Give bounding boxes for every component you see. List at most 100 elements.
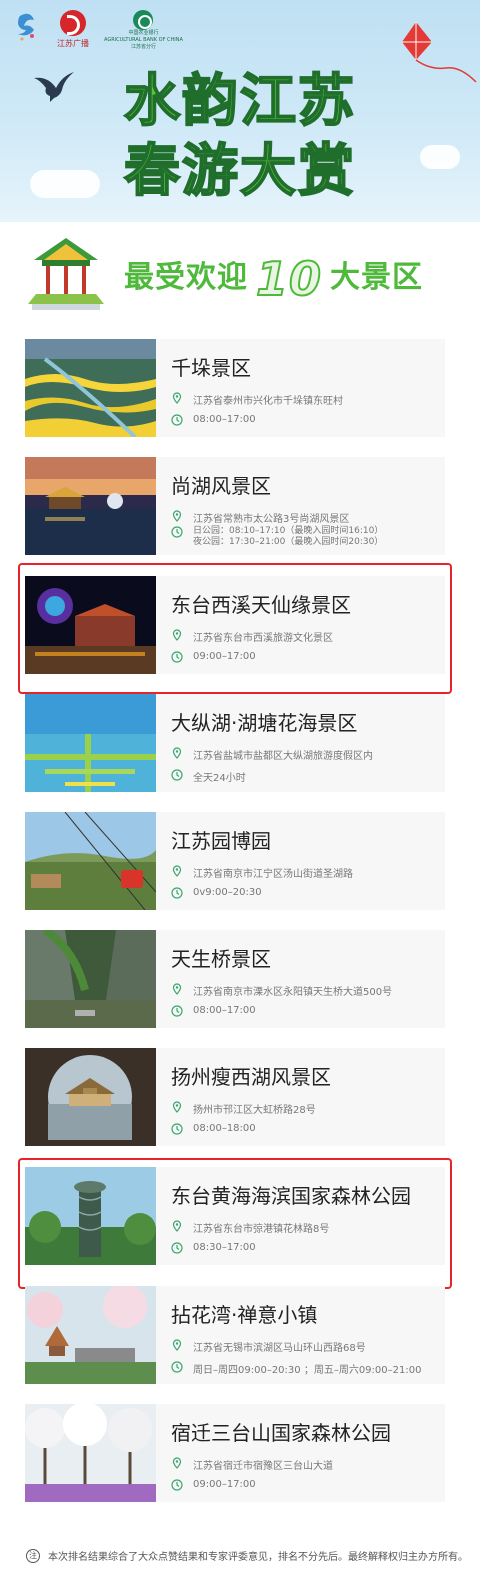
clock-icon: [171, 414, 183, 426]
spot-card[interactable]: 江苏园博园 江苏省南京市江宁区汤山街道圣湖路 0v9:00–20:30: [25, 812, 445, 910]
spot-photo: [25, 457, 156, 555]
spot-hours: 08:00–17:00: [171, 1005, 256, 1017]
spot-address-text: 江苏省南京市溧水区永阳镇天生桥大道500号: [193, 987, 393, 998]
location-pin-icon: [172, 983, 182, 995]
jiangsu-radio-logo: 江苏广播: [52, 10, 94, 49]
spot-address-text: 江苏省常熟市太公路3号尚湖风景区: [193, 514, 350, 525]
location-pin-icon: [172, 1457, 182, 1469]
spot-name: 江苏园博园: [171, 829, 271, 853]
spot-card[interactable]: 尚湖风景区 江苏省常熟市太公路3号尚湖风景区 日公园：08:10–17:10（最…: [25, 457, 445, 555]
clock-icon: [171, 1479, 183, 1491]
spot-hours: 周日–周四09:00–20:30 ；周五–周六09:00–21:00: [171, 1361, 421, 1376]
spot-hours-text: 09:00–17:00: [193, 1479, 256, 1490]
spot-address-text: 江苏省泰州市兴化市千垛镇东旺村: [193, 396, 343, 407]
location-pin-icon: [172, 1101, 182, 1113]
spot-photo: [25, 1048, 156, 1146]
spot-hours: 日公园：08:10–17:10（最晚入园时间16:10） 夜公园：17:30–2…: [171, 526, 383, 548]
spot-hours: 08:00–17:00: [171, 414, 256, 426]
clock-icon: [171, 769, 183, 781]
spot-address: 江苏省南京市江宁区汤山街道圣湖路: [171, 865, 353, 880]
location-pin-icon: [172, 629, 182, 641]
spot-card[interactable]: 扬州瘦西湖风景区 扬州市邗江区大虹桥路28号 08:00–18:00: [25, 1048, 445, 1146]
location-pin-icon: [172, 865, 182, 877]
spot-photo: [25, 576, 156, 674]
jiangsu-radio-label: 江苏广播: [57, 39, 89, 48]
spot-hours-day: 日公园：08:10–17:10（最晚入园时间16:10）: [193, 526, 384, 536]
spot-hours-text: 周日–周四09:00–20:30 ；周五–周六09:00–21:00: [193, 1365, 422, 1376]
spot-card[interactable]: 天生桥景区 江苏省南京市溧水区永阳镇天生桥大道500号 08:00–17:00: [25, 930, 445, 1028]
section-title-prefix: 最受欢迎: [124, 260, 248, 295]
spot-hours-text: 08:00–17:00: [193, 414, 256, 425]
spot-address-text: 江苏省盐城市盐都区大纵湖旅游度假区内: [193, 751, 373, 762]
spot-photo: [25, 339, 156, 437]
section-title: 最受欢迎 10 大景区: [124, 251, 424, 307]
spot-hours-text: 08:00–18:00: [193, 1123, 256, 1134]
note-icon: 注: [26, 1548, 40, 1563]
spot-name: 尚湖风景区: [171, 474, 271, 498]
clock-icon: [171, 1242, 183, 1254]
spot-hours: 全天24小时: [171, 769, 246, 784]
abc-bank-name-en: AGRICULTURAL BANK OF CHINA: [104, 37, 183, 43]
footer-note: 注 本次排名结果综合了大众点赞结果和专家评委意见，排名不分先后。最终解释权归主办…: [26, 1548, 468, 1563]
clock-icon: [171, 887, 183, 899]
sponsor-logos: 江苏广播 中国农业银行 AGRICULTURAL BANK OF CHINA 江…: [12, 10, 183, 51]
spot-address-text: 江苏省无锡市滨湖区马山环山西路68号: [193, 1343, 366, 1354]
banner-title-line1: 水韵江苏: [123, 68, 356, 135]
spot-name: 天生桥景区: [171, 947, 271, 971]
clock-icon: [171, 651, 183, 663]
spot-name: 拈花湾·禅意小镇: [171, 1303, 318, 1327]
spot-hours-text: 全天24小时: [193, 773, 246, 784]
spot-address-text: 扬州市邗江区大虹桥路28号: [193, 1105, 316, 1116]
clock-icon: [171, 1361, 183, 1373]
pavilion-icon: [28, 238, 104, 310]
spot-card[interactable]: 东台西溪天仙缘景区 江苏省东台市西溪旅游文化景区 09:00–17:00: [25, 576, 445, 674]
abc-bank-logo: 中国农业银行 AGRICULTURAL BANK OF CHINA 江苏省分行: [104, 10, 183, 51]
spot-hours-text: 0v9:00–20:30: [193, 887, 262, 898]
spot-photo: [25, 1167, 156, 1265]
swirl-logo-icon: [18, 13, 34, 41]
spot-hours: 09:00–17:00: [171, 651, 256, 663]
location-pin-icon: [172, 510, 182, 522]
spot-photo: [25, 930, 156, 1028]
section-header: 最受欢迎 10 大景区: [20, 236, 460, 310]
location-pin-icon: [172, 1220, 182, 1232]
clock-icon: [171, 526, 183, 538]
spot-address-text: 江苏省东台市弶港镇花林路8号: [193, 1224, 330, 1235]
jiangsu-tourism-logo: [12, 10, 42, 44]
spot-address: 江苏省南京市溧水区永阳镇天生桥大道500号: [171, 983, 392, 998]
spot-name: 东台西溪天仙缘景区: [171, 593, 351, 617]
abc-bank-icon: [133, 10, 154, 30]
spot-photo: [25, 1404, 156, 1502]
section-title-number: 10: [255, 251, 323, 307]
spot-address: 江苏省东台市弶港镇花林路8号: [171, 1220, 329, 1235]
spot-address: 江苏省无锡市滨湖区马山环山西路68号: [171, 1339, 366, 1354]
spot-hours-text: 09:00–17:00: [193, 651, 256, 662]
spot-card[interactable]: 拈花湾·禅意小镇 江苏省无锡市滨湖区马山环山西路68号 周日–周四09:00–2…: [25, 1286, 445, 1384]
clock-icon: [171, 1005, 183, 1017]
spot-name: 千垛景区: [171, 356, 251, 380]
spot-address: 江苏省东台市西溪旅游文化景区: [171, 629, 333, 644]
spot-hours: 08:00–18:00: [171, 1123, 256, 1135]
spot-card[interactable]: 千垛景区 江苏省泰州市兴化市千垛镇东旺村 08:00–17:00: [25, 339, 445, 437]
spot-hours-text: 08:00–17:00: [193, 1005, 256, 1016]
spot-address-text: 江苏省宿迁市宿豫区三台山大道: [193, 1461, 333, 1472]
spot-hours: 0v9:00–20:30: [171, 887, 262, 899]
abc-bank-branch: 江苏省分行: [130, 44, 156, 50]
spot-name: 宿迁三台山国家森林公园: [171, 1421, 391, 1445]
spot-address: 江苏省宿迁市宿豫区三台山大道: [171, 1457, 333, 1472]
spot-address-text: 江苏省东台市西溪旅游文化景区: [193, 633, 333, 644]
section-title-suffix: 大景区: [330, 260, 424, 295]
spot-hours: 08:30–17:00: [171, 1242, 256, 1254]
location-pin-icon: [172, 1339, 182, 1351]
spot-address-text: 江苏省南京市江宁区汤山街道圣湖路: [193, 869, 353, 880]
spot-hours: 09:00–17:00: [171, 1479, 256, 1491]
spot-card[interactable]: 东台黄海海滨国家森林公园 江苏省东台市弶港镇花林路8号 08:30–17:00: [25, 1167, 445, 1265]
spot-photo: [25, 812, 156, 910]
location-pin-icon: [172, 747, 182, 759]
spot-hours-night: 夜公园：17:30–21:00（最晚入园时间20:30）: [193, 537, 384, 547]
spot-name: 东台黄海海滨国家森林公园: [171, 1184, 411, 1208]
location-pin-icon: [172, 392, 182, 404]
spot-card[interactable]: 大纵湖·湖塘花海景区 江苏省盐城市盐都区大纵湖旅游度假区内 全天24小时: [25, 694, 445, 792]
spot-card[interactable]: 宿迁三台山国家森林公园 江苏省宿迁市宿豫区三台山大道 09:00–17:00: [25, 1404, 445, 1502]
spot-hours-text: 08:30–17:00: [193, 1242, 256, 1253]
